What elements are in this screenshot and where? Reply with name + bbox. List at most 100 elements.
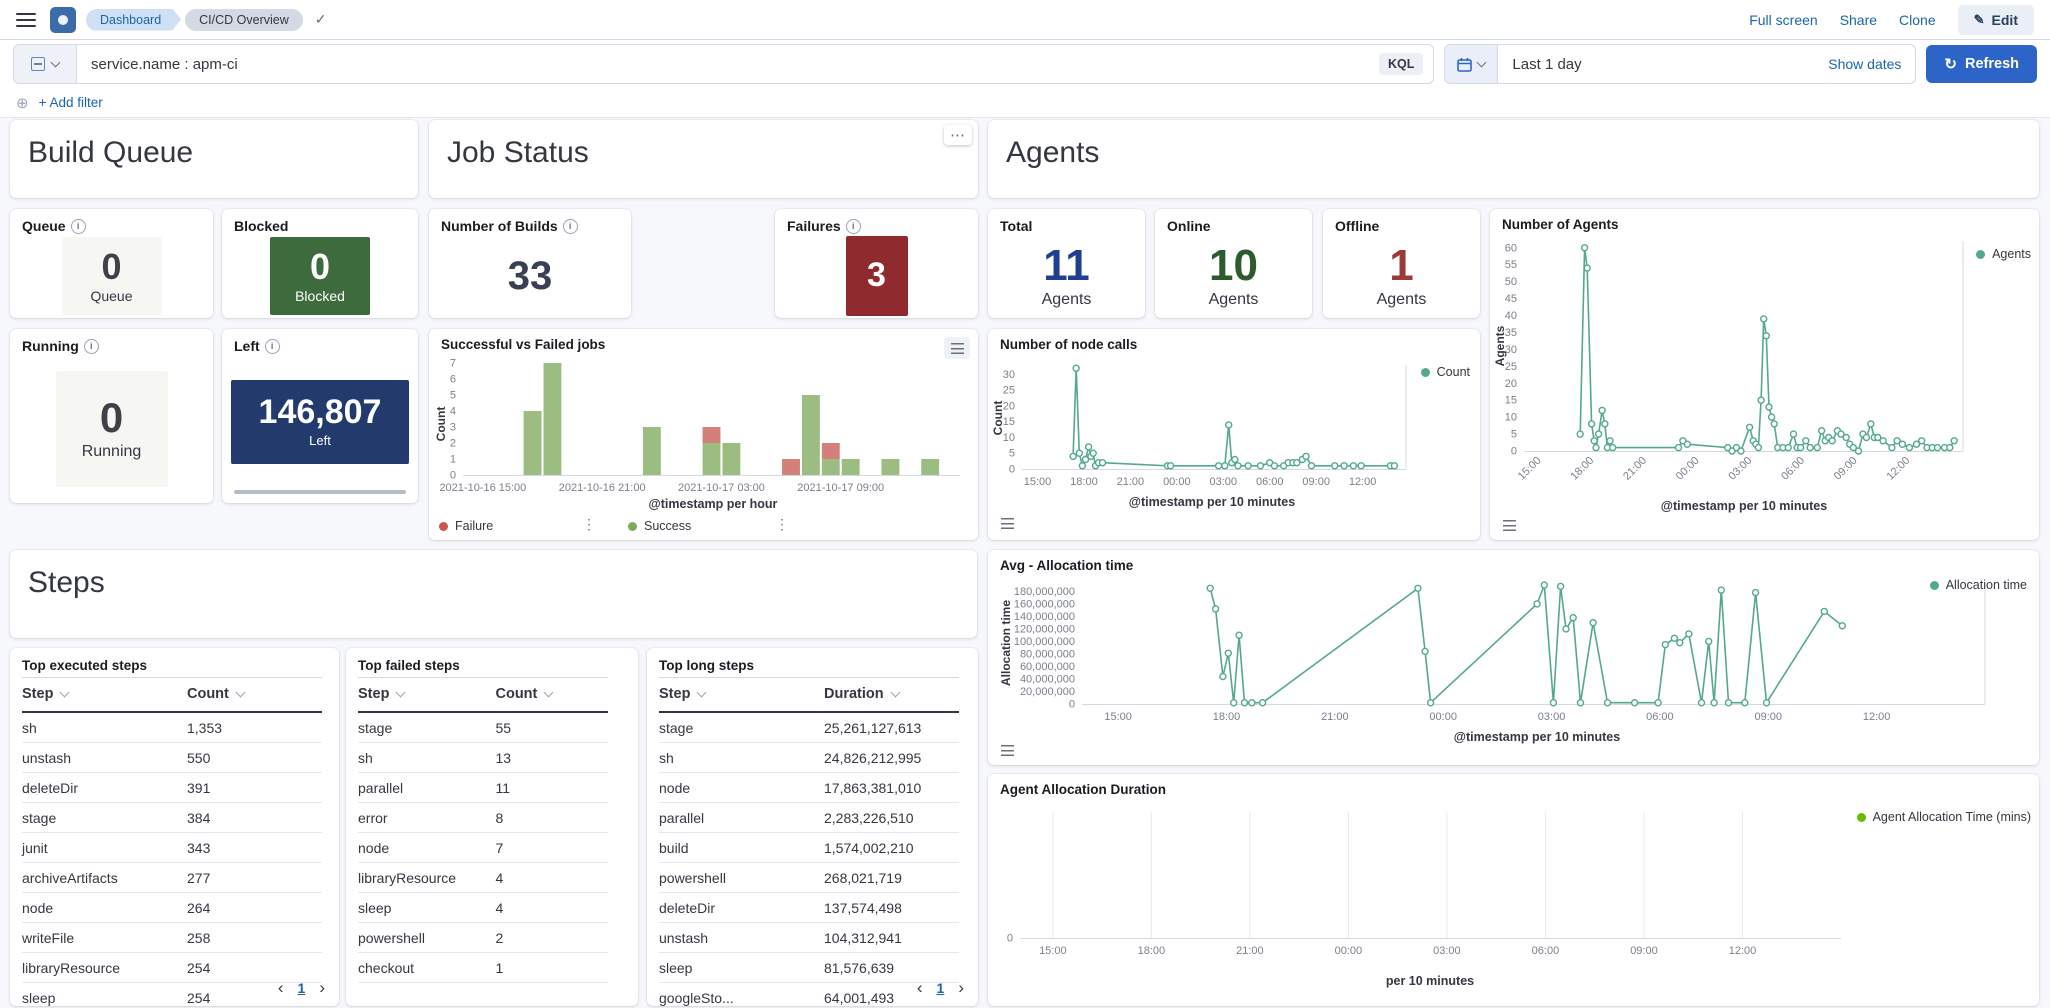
next-page-icon[interactable]: › <box>958 978 964 998</box>
table-cell: 4 <box>496 863 609 893</box>
kql-badge[interactable]: KQL <box>1379 53 1423 75</box>
legend-count[interactable]: Count <box>1421 365 1470 379</box>
svg-text:00:00: 00:00 <box>1163 476 1191 488</box>
section-steps: Steps <box>10 550 977 638</box>
query-input[interactable]: service.name : apm-ci KQL <box>13 44 1434 84</box>
table-cell: powershell <box>659 863 824 893</box>
menu-icon[interactable] <box>16 13 36 27</box>
prev-page-icon[interactable]: ‹ <box>917 978 923 998</box>
svg-text:0: 0 <box>1007 933 1013 945</box>
table-cell: 25,261,127,613 <box>824 712 959 743</box>
filter-set-icon[interactable]: ⊕ <box>16 94 29 112</box>
column-header[interactable]: Step <box>22 678 187 713</box>
full-screen-link[interactable]: Full screen <box>1749 12 1817 28</box>
info-icon[interactable]: i <box>563 219 578 234</box>
svg-text:2021-10-17 09:00: 2021-10-17 09:00 <box>797 482 884 494</box>
table-cell: 264 <box>187 893 322 923</box>
legend-label: Agents <box>1992 247 2031 261</box>
breadcrumb-current[interactable]: CI/CD Overview <box>185 9 303 31</box>
svg-text:2021-10-16 15:00: 2021-10-16 15:00 <box>439 482 526 494</box>
svg-text:50: 50 <box>1505 276 1517 288</box>
breadcrumb-dashboard[interactable]: Dashboard <box>86 9 181 31</box>
column-header[interactable]: Count <box>187 678 322 713</box>
elastic-logo[interactable] <box>50 7 76 33</box>
table-cell: 13 <box>496 743 609 773</box>
column-header[interactable]: Step <box>659 678 824 713</box>
table-cell: powershell <box>358 923 496 953</box>
legend-toggle-icon[interactable] <box>1496 514 1522 536</box>
query-text[interactable]: service.name : apm-ci <box>77 56 1379 73</box>
scrollbar[interactable] <box>234 490 406 494</box>
column-header[interactable]: Step <box>358 678 496 713</box>
svg-text:30: 30 <box>1003 369 1015 381</box>
table-cell: 384 <box>187 803 322 833</box>
svg-text:40: 40 <box>1505 310 1517 322</box>
column-header[interactable]: Duration <box>824 678 959 713</box>
success-dot-icon <box>628 522 637 531</box>
legend-agent-allocation-time[interactable]: Agent Allocation Time (mins) <box>1857 810 2031 824</box>
legend-agents[interactable]: Agents <box>1976 247 2031 261</box>
share-link[interactable]: Share <box>1840 12 1877 28</box>
info-icon[interactable]: i <box>265 339 280 354</box>
table-row: parallel11 <box>358 773 608 803</box>
pagination: ‹ 1 › <box>917 978 964 998</box>
top-long-steps-table: StepDurationstage25,261,127,613sh24,826,… <box>647 675 971 1006</box>
saved-query-menu-button[interactable] <box>14 45 77 83</box>
edit-button[interactable]: ✎ Edit <box>1958 5 2034 35</box>
time-range-value[interactable]: Last 1 day <box>1498 56 1828 73</box>
legend-menu-icon[interactable]: ⋮ <box>582 516 596 533</box>
x-axis-label: @timestamp per 10 minutes <box>1524 499 1964 513</box>
table-panel-top-failed-steps: Top failed steps StepCountstage55sh13par… <box>346 648 638 1006</box>
saved-query-icon <box>31 57 45 71</box>
prev-page-icon[interactable]: ‹ <box>278 978 284 998</box>
chart-panel-node-calls: Number of node calls Count 0510152025301… <box>988 329 1480 540</box>
table-row: sh13 <box>358 743 608 773</box>
add-filter-link[interactable]: + Add filter <box>39 95 103 110</box>
table-cell: 55 <box>496 712 609 743</box>
svg-text:120,000,000: 120,000,000 <box>1014 623 1075 635</box>
show-dates-link[interactable]: Show dates <box>1828 56 1901 72</box>
legend-toggle-icon[interactable] <box>994 739 1020 761</box>
metric-label: Agents <box>1377 291 1427 309</box>
chevron-down-icon <box>1477 58 1487 68</box>
column-header[interactable]: Count <box>496 678 609 713</box>
info-icon[interactable]: i <box>84 339 99 354</box>
legend-success[interactable]: Success <box>628 519 691 533</box>
legend-failure[interactable]: Failure <box>439 519 493 533</box>
legend-menu-icon[interactable]: ⋮ <box>775 516 789 533</box>
page-number[interactable]: 1 <box>298 980 306 996</box>
svg-text:0: 0 <box>1511 446 1517 458</box>
refresh-icon: ↻ <box>1944 55 1957 73</box>
svg-text:4: 4 <box>450 406 456 418</box>
metric-title: Queue <box>22 218 66 234</box>
pagination: ‹ 1 › <box>278 978 325 998</box>
refresh-button[interactable]: ↻ Refresh <box>1926 45 2037 83</box>
next-page-icon[interactable]: › <box>319 978 325 998</box>
metric-value: 10 <box>1209 243 1258 289</box>
svg-text:10: 10 <box>1003 432 1015 444</box>
metric-value: 33 <box>508 255 553 297</box>
svg-text:60: 60 <box>1505 242 1517 254</box>
table-cell: deleteDir <box>659 893 824 923</box>
table-title: Top failed steps <box>346 648 638 675</box>
table-cell: 1,353 <box>187 712 322 743</box>
legend-label: Allocation time <box>1946 578 2027 592</box>
table-cell: node <box>358 833 496 863</box>
metric-label: Running <box>82 443 142 461</box>
x-axis-label: @timestamp per hour <box>463 497 963 511</box>
svg-text:18:00: 18:00 <box>1568 455 1596 483</box>
legend-allocation-time[interactable]: Allocation time <box>1930 578 2027 592</box>
calendar-button[interactable] <box>1445 45 1498 83</box>
svg-text:80,000,000: 80,000,000 <box>1020 648 1075 660</box>
legend-toggle-icon[interactable] <box>994 512 1020 534</box>
svg-text:5: 5 <box>1009 448 1015 460</box>
info-icon[interactable]: i <box>846 219 861 234</box>
table-cell: junit <box>22 833 187 863</box>
table-row: stage25,261,127,613 <box>659 712 959 743</box>
sort-chevron-icon <box>60 688 70 698</box>
page-number[interactable]: 1 <box>937 980 945 996</box>
info-icon[interactable]: i <box>71 219 86 234</box>
svg-text:2: 2 <box>450 438 456 450</box>
clone-link[interactable]: Clone <box>1899 12 1936 28</box>
panel-menu-button[interactable]: ⋯ <box>944 125 972 145</box>
